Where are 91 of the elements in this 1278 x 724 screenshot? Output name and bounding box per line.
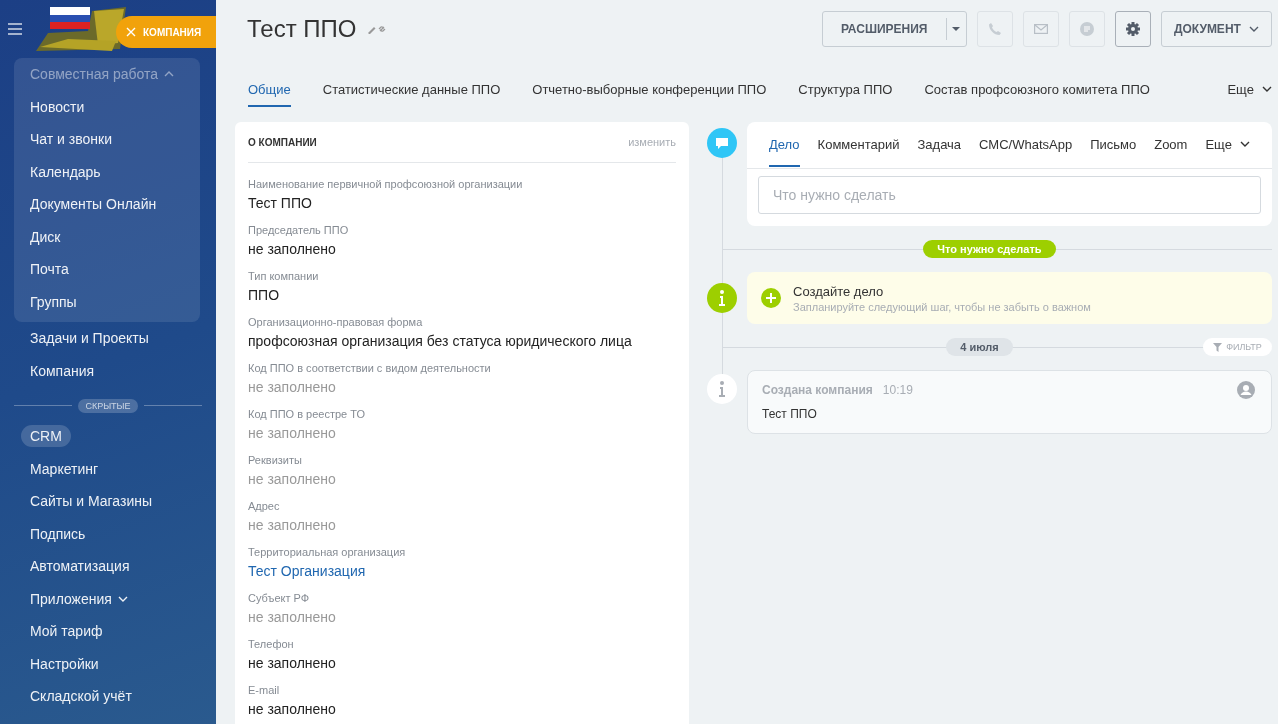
field-value: не заполнено <box>248 470 337 488</box>
sidebar-item[interactable]: Маркетинг <box>0 452 216 485</box>
field-label: Наименование первичной профсоюзной организации <box>248 177 524 191</box>
sidebar-item[interactable]: Диск <box>14 220 200 253</box>
comment-icon <box>707 128 737 158</box>
tab[interactable]: Структура ППО <box>798 73 893 107</box>
sidebar-item[interactable]: Группы <box>14 285 200 318</box>
phone-button[interactable] <box>976 11 1013 47</box>
event-text: Тест ППО <box>762 407 818 421</box>
editor-tab[interactable]: Письмо <box>1090 123 1137 167</box>
editor-tab[interactable]: Дело <box>769 123 800 167</box>
field-value: не заполнено <box>248 654 337 672</box>
sidebar-item[interactable]: Компания <box>0 354 216 387</box>
field-label: Субъект РФ <box>248 591 311 605</box>
sidebar-item[interactable]: Чат и звонки <box>14 123 200 156</box>
field-value: не заполнено <box>248 240 337 258</box>
field-label: Код ППО в реестре ТО <box>248 407 367 421</box>
page-title: Тест ППО <box>247 15 357 43</box>
chat-button[interactable] <box>1068 11 1105 47</box>
field-label: Адрес <box>248 499 281 513</box>
sidebar-item[interactable]: Задачи и Проекты <box>0 322 216 355</box>
field-value: профсоюзная организация без статуса юридического лица <box>248 332 633 350</box>
chevron-icon <box>1239 141 1250 147</box>
chevron-icon <box>117 595 128 602</box>
sidebar-item[interactable]: Автоматизация <box>0 550 216 583</box>
tab[interactable]: Статистические данные ППО <box>322 73 501 107</box>
settings-icon <box>1124 21 1141 37</box>
field-label: Председатель ППО <box>248 223 350 237</box>
caret-icon <box>952 27 961 31</box>
date-label: 4 июля <box>946 338 1013 356</box>
editor-tab[interactable]: СМС/WhatsApp <box>979 123 1073 167</box>
field-value: Тест ППО <box>248 194 313 212</box>
sidebar-item[interactable]: Приложения <box>0 582 216 615</box>
chevron-icon <box>164 71 175 78</box>
create-hint: Запланируйте следующий шаг, чтобы не забыть о важном <box>793 300 1091 313</box>
sidebar-item[interactable]: Сайты и Магазины <box>0 485 216 518</box>
add-icon <box>761 288 781 308</box>
field-label: Территориальная организация <box>248 545 407 559</box>
sidebar-item[interactable]: Складской учёт <box>0 680 216 713</box>
field-value: не заполнено <box>248 378 337 396</box>
mail-button[interactable] <box>1022 11 1059 47</box>
sidebar-item[interactable]: Мой тариф <box>0 615 216 648</box>
info-icon <box>707 283 737 313</box>
field-label: Код ППО в соответствии с видом деятельности <box>248 361 492 375</box>
settings-button[interactable] <box>1114 11 1151 47</box>
tab[interactable]: Состав профсоюзного комитета ППО <box>924 73 1150 107</box>
editor-tab[interactable]: Задача <box>917 123 962 167</box>
editor-tab[interactable]: Zoom <box>1154 123 1188 167</box>
sidebar-item[interactable]: Новости <box>14 90 200 123</box>
user-avatar-icon <box>1236 381 1255 399</box>
chat-icon <box>1078 21 1095 37</box>
field-label: Тип компании <box>248 269 320 283</box>
extensions-button[interactable]: РАСШИРЕНИЯ <box>821 11 967 47</box>
info-icon <box>707 374 737 404</box>
card-title: О КОМПАНИИ <box>248 136 317 148</box>
menu-icon[interactable] <box>8 23 22 35</box>
sidebar-item[interactable]: Подпись <box>0 517 216 550</box>
field-value: не заполнено <box>248 516 337 534</box>
chevron-icon <box>1261 86 1272 92</box>
field-value: не заполнено <box>248 424 337 442</box>
create-title: Создайте дело <box>793 283 885 299</box>
envelope-icon <box>1033 24 1048 34</box>
create-activity-card[interactable]: Создайте дело Запланируйте следующий шаг, чтобы не забыть о важном <box>747 272 1272 324</box>
field-label: Реквизиты <box>248 453 303 467</box>
filter-icon <box>1213 342 1223 352</box>
tab[interactable]: Общие <box>248 73 291 107</box>
field-link[interactable]: Тест Организация <box>248 562 676 580</box>
chevron-icon <box>1248 26 1259 32</box>
field-label: E-mail <box>248 683 281 697</box>
event-title: Создана компания <box>762 383 873 397</box>
sidebar-item[interactable]: Календарь <box>14 155 200 188</box>
document-button[interactable]: ДОКУМЕНТ <box>1160 11 1272 47</box>
field-value: не заполнено <box>248 608 337 626</box>
section-label: СКРЫТЫЕ <box>78 398 138 413</box>
task-input-field[interactable]: Что нужно сделать <box>758 176 1261 214</box>
field-value: не заполнено <box>248 700 337 718</box>
sidebar-item[interactable]: Документы Онлайн <box>14 188 200 221</box>
field-value: ППО <box>248 286 280 304</box>
sidebar-item[interactable]: Почта <box>14 253 200 286</box>
sidebar-item[interactable]: CRM <box>0 420 216 453</box>
close-icon <box>126 27 136 37</box>
tab[interactable]: Отчетно-выборные конференции ППО <box>532 73 767 107</box>
more-tabs-button[interactable]: Еще <box>1227 73 1272 107</box>
field-label: Организационно-правовая форма <box>248 315 424 329</box>
more-editor-tabs-button[interactable]: Еще <box>1205 123 1250 167</box>
phone-icon <box>987 22 1002 36</box>
editor-tab[interactable]: Комментарий <box>817 123 900 167</box>
field-label: Телефон <box>248 637 295 651</box>
planned-label: Что нужно сделать <box>923 240 1056 258</box>
sidebar-item[interactable]: Настройки <box>0 647 216 680</box>
event-time: 10:19 <box>882 383 913 397</box>
